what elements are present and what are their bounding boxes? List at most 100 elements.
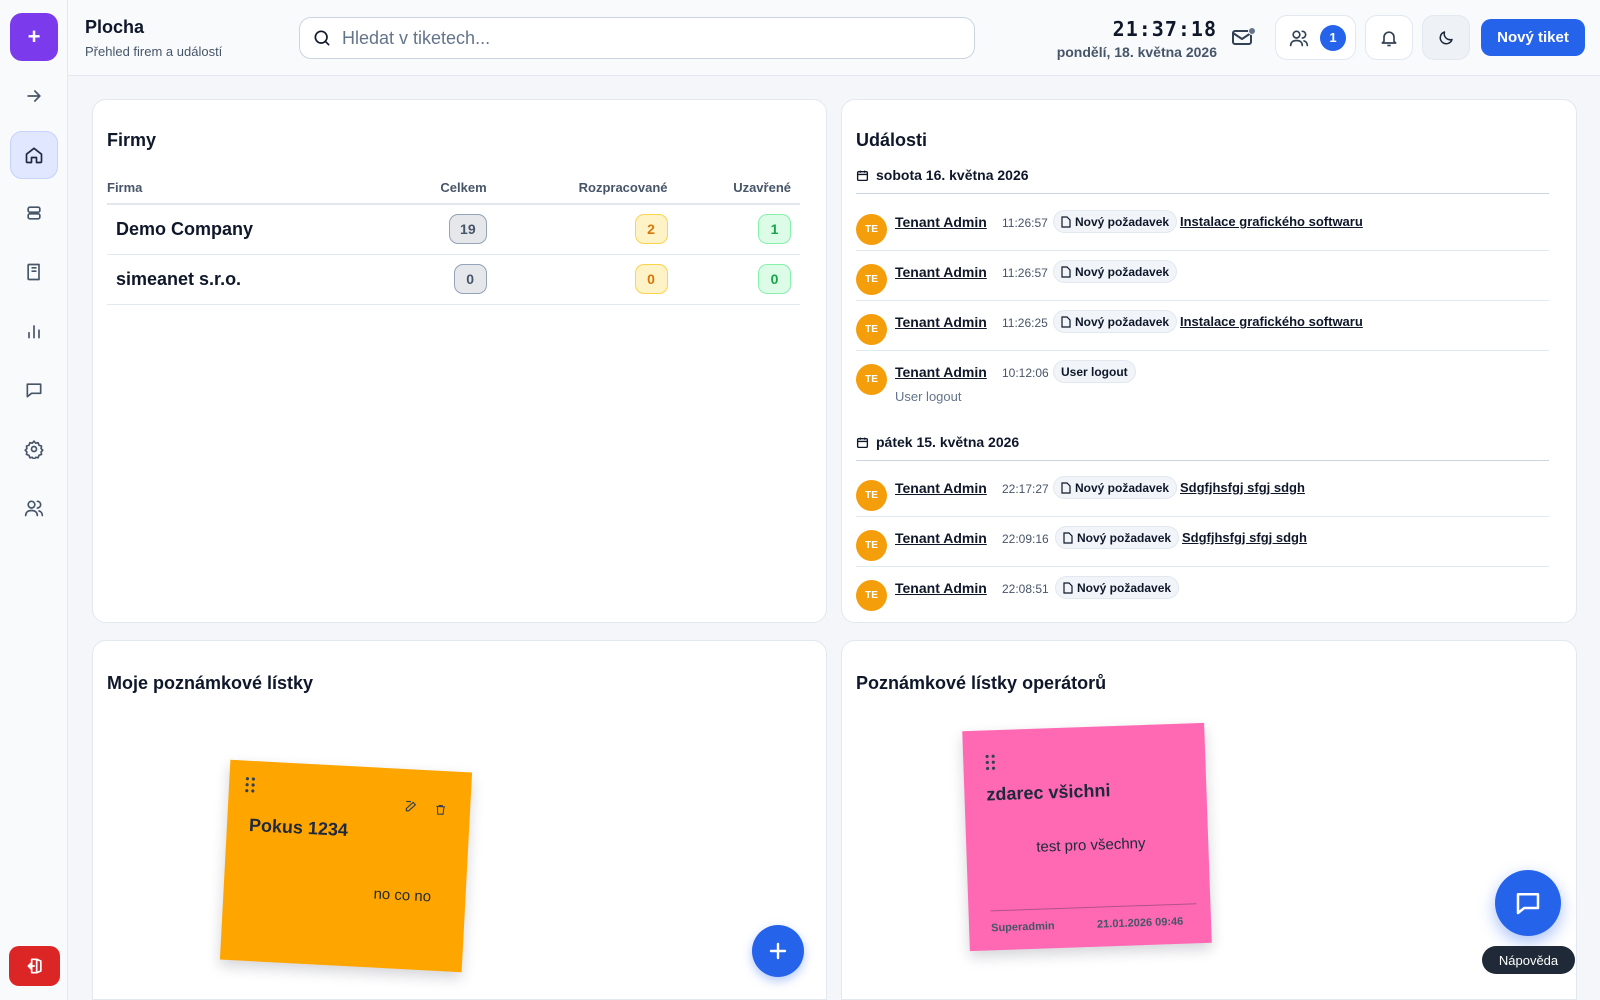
document-icon: [1061, 265, 1071, 278]
my-notes-card: Moje poznámkové lístky Pokus 1234 no co …: [92, 640, 827, 1000]
table-row[interactable]: Demo Company 19 2 1: [107, 204, 800, 255]
sidebar-chat-icon[interactable]: [10, 366, 58, 414]
help-chat-button[interactable]: [1495, 870, 1561, 936]
notifications-button[interactable]: [1365, 15, 1413, 60]
clock: 21:37:18 pondělí, 18. května 2026: [1057, 17, 1217, 60]
drag-handle-icon[interactable]: [985, 754, 996, 771]
closed-cell: 0: [676, 254, 800, 305]
note-author: Superadmin: [990, 920, 1055, 935]
total-count-badge: 0: [453, 264, 487, 294]
col-rozpracovane: Rozpracované: [495, 172, 677, 205]
plus-icon: [769, 942, 787, 960]
sidebar-users-icon[interactable]: [10, 484, 58, 532]
firms-title: Firmy: [107, 130, 157, 150]
page-subtitle: Přehled firem a událostí: [85, 44, 223, 59]
event-row[interactable]: TE Tenant Admin 22:17:27 Nový požadavek …: [856, 476, 1549, 517]
event-time: 11:26:57: [1002, 266, 1048, 280]
event-user-link[interactable]: Tenant Admin: [895, 214, 987, 230]
divider: [856, 460, 1549, 461]
calendar-icon: [856, 170, 869, 181]
event-ticket-link[interactable]: Sdgfjhsfgj sfgj sdgh: [1180, 480, 1305, 495]
event-user-link[interactable]: Tenant Admin: [895, 530, 987, 546]
sticky-note[interactable]: Pokus 1234 no co no: [219, 759, 473, 973]
mail-unread-dot: [1248, 27, 1256, 35]
event-row[interactable]: TE Tenant Admin 11:26:57 Nový požadavek: [856, 260, 1549, 301]
event-user-link[interactable]: Tenant Admin: [895, 314, 987, 330]
events-card: Události sobota 16. května 2026 TE Tenan…: [841, 99, 1577, 623]
sidebar-expand-arrow-icon[interactable]: [10, 72, 58, 120]
sidebar: +: [0, 0, 68, 1000]
event-type-badge: User logout: [1053, 360, 1136, 383]
event-time: 10:12:06: [1002, 366, 1049, 380]
sidebar-book-icon[interactable]: [10, 248, 58, 296]
add-icon-button[interactable]: +: [10, 13, 58, 61]
trash-icon[interactable]: [434, 803, 448, 818]
event-date-label: pátek 15. května 2026: [876, 434, 1020, 450]
event-ticket-link[interactable]: Instalace grafického softwaru: [1180, 214, 1363, 229]
avatar: TE: [856, 364, 887, 395]
event-row[interactable]: TE Tenant Admin 11:26:25 Nový požadavek …: [856, 310, 1549, 351]
event-ticket-link[interactable]: Instalace grafického softwaru: [1180, 314, 1363, 329]
avatar: TE: [856, 530, 887, 561]
event-type-label: Nový požadavek: [1077, 530, 1172, 545]
event-time: 11:26:25: [1002, 316, 1048, 330]
search-box[interactable]: [299, 17, 975, 59]
sidebar-chart-icon[interactable]: [10, 307, 58, 355]
avatar: TE: [856, 580, 887, 611]
total-cell: 0: [393, 254, 496, 305]
mail-icon[interactable]: [1230, 25, 1256, 51]
event-type-label: Nový požadavek: [1075, 314, 1170, 329]
event-type-badge: Nový požadavek: [1053, 476, 1178, 499]
moon-icon: [1439, 30, 1453, 44]
total-cell: 19: [393, 204, 496, 255]
event-row[interactable]: TE Tenant Admin 10:12:06 User logout Use…: [856, 360, 1549, 412]
closed-cell: 1: [676, 204, 800, 255]
document-icon: [1061, 215, 1071, 228]
new-ticket-button[interactable]: Nový tiket: [1481, 19, 1585, 56]
event-time: 22:09:16: [1002, 532, 1049, 546]
event-type-label: User logout: [1061, 364, 1128, 379]
users-icon: [1289, 29, 1309, 46]
edit-icon[interactable]: [404, 799, 419, 814]
events-title: Události: [856, 130, 928, 150]
note-body: test pro všechny: [1036, 834, 1146, 856]
sidebar-gear-icon[interactable]: [10, 425, 58, 473]
event-user-link[interactable]: Tenant Admin: [895, 580, 987, 596]
add-note-button[interactable]: [752, 925, 804, 977]
table-row[interactable]: simeanet s.r.o. 0 0 0: [107, 254, 800, 305]
event-user-link[interactable]: Tenant Admin: [895, 364, 987, 380]
divider: [856, 193, 1549, 194]
top-bar: Plocha Přehled firem a událostí 21:37:18…: [68, 0, 1600, 76]
users-count-badge: 1: [1320, 24, 1346, 51]
event-ticket-link[interactable]: Sdgfjhsfgj sfgj sdgh: [1182, 530, 1307, 545]
event-type-badge: Nový požadavek: [1055, 576, 1180, 599]
avatar: TE: [856, 480, 887, 511]
firm-name: Demo Company: [107, 204, 394, 255]
sidebar-home-icon[interactable]: [10, 131, 58, 179]
event-type-label: Nový požadavek: [1075, 264, 1170, 279]
sticky-note[interactable]: zdarec všichni test pro všechny Superadm…: [962, 722, 1212, 952]
event-date-heading: sobota 16. května 2026: [856, 167, 1029, 183]
sidebar-database-icon[interactable]: [10, 189, 58, 237]
drag-handle-icon[interactable]: [245, 777, 256, 794]
page-title: Plocha: [85, 17, 145, 37]
event-row[interactable]: TE Tenant Admin 11:26:57 Nový požadavek …: [856, 210, 1549, 251]
dark-mode-toggle[interactable]: [1422, 15, 1470, 60]
avatar: TE: [856, 214, 887, 245]
operator-notes-title: Poznámkové lístky operátorů: [856, 673, 1107, 693]
clock-date: pondělí, 18. května 2026: [1056, 44, 1217, 60]
event-row[interactable]: TE Tenant Admin 22:09:16 Nový požadavek …: [856, 526, 1549, 567]
event-time: 22:08:51: [1002, 582, 1049, 596]
event-user-link[interactable]: Tenant Admin: [895, 264, 987, 280]
event-detail: User logout: [895, 389, 962, 404]
search-input[interactable]: [342, 27, 942, 49]
online-users-button[interactable]: 1: [1275, 15, 1356, 60]
operator-notes-card: Poznámkové lístky operátorů zdarec všich…: [841, 640, 1577, 1000]
event-row[interactable]: TE Tenant Admin 22:08:51 Nový požadavek: [856, 576, 1549, 617]
logout-button[interactable]: [9, 946, 60, 986]
in-progress-cell: 2: [495, 204, 677, 255]
event-type-badge: Nový požadavek: [1053, 260, 1178, 283]
event-time: 11:26:57: [1002, 216, 1048, 230]
event-user-link[interactable]: Tenant Admin: [895, 480, 987, 496]
document-icon: [1063, 581, 1073, 594]
